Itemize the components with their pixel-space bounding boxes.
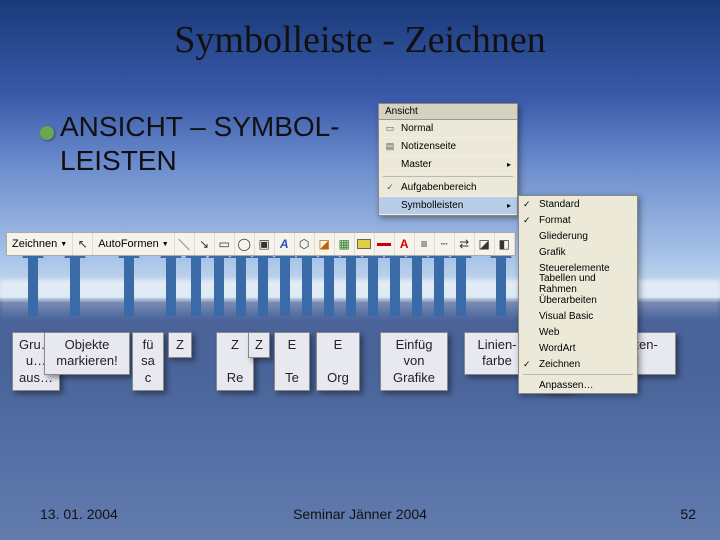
submenu-label: Überarbeiten — [539, 295, 597, 306]
clipart-icon[interactable]: ◪ — [315, 233, 335, 255]
select-objects-icon[interactable]: ↖ — [73, 233, 93, 255]
submenu-item-wordart[interactable]: WordArt — [519, 340, 637, 356]
submenu-label: Format — [539, 215, 571, 226]
slide-subtitle: ANSICHT – SYMBOL- LEISTEN — [60, 110, 340, 177]
submenu-item-grafik[interactable]: Grafik — [519, 244, 637, 260]
submenu-label: WordArt — [539, 343, 576, 354]
callout-card: Z — [248, 332, 270, 358]
menu-label: Normal — [401, 123, 433, 134]
submenu-item-gliederung[interactable]: Gliederung — [519, 228, 637, 244]
menu-item-aufgabenbereich[interactable]: ✓ Aufgabenbereich — [379, 179, 517, 197]
submenu-item-ueberarbeiten[interactable]: Überarbeiten — [519, 292, 637, 308]
zeichnen-menu-button[interactable]: Zeichnen▼ — [7, 233, 73, 255]
callout-card-einfuegen-grafiken: Einfüg von Grafike — [380, 332, 448, 391]
shadow-icon[interactable]: ◪ — [475, 233, 495, 255]
page-number: 52 — [680, 506, 696, 522]
submenu-item-standard[interactable]: ✓ Standard — [519, 196, 637, 212]
menu-label: Symbolleisten — [401, 200, 463, 211]
font-color-icon[interactable]: A — [395, 233, 415, 255]
chevron-down-icon: ▼ — [60, 241, 67, 248]
menu-item-normal[interactable]: ▭ Normal — [379, 120, 517, 138]
submenu-label: Steuerelemente — [539, 263, 610, 274]
callout-card: fü sa c — [132, 332, 164, 391]
submenu-label: Standard — [539, 199, 580, 210]
chevron-right-icon: ▸ — [507, 160, 511, 169]
submenu-item-zeichnen[interactable]: ✓ Zeichnen — [519, 356, 637, 372]
chevron-right-icon: ▸ — [507, 201, 511, 210]
ansicht-menu: Ansicht ▭ Normal ▤ Notizenseite Master ▸… — [378, 103, 518, 216]
slide-title: Symbolleiste - Zeichnen — [0, 18, 720, 62]
submenu-item-web[interactable]: Web — [519, 324, 637, 340]
menu-label: Aufgabenbereich — [401, 182, 477, 193]
fill-color-icon[interactable] — [355, 233, 375, 255]
submenu-item-format[interactable]: ✓ Format — [519, 212, 637, 228]
submenu-label: Gliederung — [539, 231, 588, 242]
callout-card: Z — [168, 332, 192, 358]
submenu-item-anpassen[interactable]: Anpassen… — [519, 377, 637, 393]
callout-card-objekte-markieren: Objekte markieren! — [44, 332, 130, 375]
callout-card: E Org — [316, 332, 360, 391]
zeichnen-toolbar: Zeichnen▼ ↖ AutoFormen▼ ＼ ↘ ▭ ◯ ▣ A ⬡ ◪ … — [6, 232, 516, 256]
3d-icon[interactable]: ◧ — [495, 233, 515, 255]
textbox-icon[interactable]: ▣ — [255, 233, 275, 255]
diagram-icon[interactable]: ⬡ — [295, 233, 315, 255]
symbolleisten-submenu: ✓ Standard ✓ Format Gliederung Grafik Steu… — [518, 195, 638, 394]
submenu-label: Grafik — [539, 247, 566, 258]
line-color-icon[interactable] — [375, 233, 395, 255]
menu-label: Notizenseite — [401, 141, 456, 152]
autoformen-menu-button[interactable]: AutoFormen▼ — [93, 233, 174, 255]
submenu-label: Visual Basic — [539, 311, 593, 322]
notes-view-icon: ▤ — [383, 141, 397, 152]
menu-separator — [383, 176, 513, 177]
submenu-item-tabellen[interactable]: Tabellen und Rahmen — [519, 276, 637, 292]
checkmark-icon: ✓ — [383, 182, 397, 193]
submenu-item-visual-basic[interactable]: Visual Basic — [519, 308, 637, 324]
menu-item-symbolleisten[interactable]: Symbolleisten ▸ — [379, 197, 517, 215]
footer-text: Seminar Jänner 2004 — [0, 506, 720, 522]
menu-item-master[interactable]: Master ▸ — [379, 156, 517, 174]
oval-icon[interactable]: ◯ — [235, 233, 255, 255]
normal-view-icon: ▭ — [383, 123, 397, 134]
submenu-label: Anpassen… — [539, 380, 593, 391]
callout-card: E Te — [274, 332, 310, 391]
chevron-down-icon: ▼ — [162, 241, 169, 248]
menu-label: Master — [401, 159, 432, 170]
bullet-icon — [40, 126, 54, 140]
checkmark-icon: ✓ — [523, 215, 531, 226]
menu-item-notizenseite[interactable]: ▤ Notizenseite — [379, 138, 517, 156]
line-style-icon[interactable]: ≡ — [415, 233, 435, 255]
toolbar-label: Zeichnen — [12, 238, 57, 250]
rectangle-icon[interactable]: ▭ — [215, 233, 235, 255]
submenu-separator — [523, 374, 633, 375]
insert-picture-icon[interactable]: ▦ — [335, 233, 355, 255]
checkmark-icon: ✓ — [523, 199, 531, 210]
subtitle-line-2: LEISTEN — [60, 145, 177, 176]
wordart-icon[interactable]: A — [275, 233, 295, 255]
checkmark-icon: ✓ — [523, 359, 531, 370]
submenu-label: Zeichnen — [539, 359, 580, 370]
menu-title: Ansicht — [379, 104, 517, 120]
dash-style-icon[interactable]: ┄ — [435, 233, 455, 255]
line-icon[interactable]: ＼ — [175, 233, 195, 255]
subtitle-line-1: ANSICHT – SYMBOL- — [60, 111, 340, 142]
arrow-icon[interactable]: ↘ — [195, 233, 215, 255]
arrow-style-icon[interactable]: ⇄ — [455, 233, 475, 255]
toolbar-label: AutoFormen — [98, 238, 159, 250]
submenu-label: Web — [539, 327, 559, 338]
